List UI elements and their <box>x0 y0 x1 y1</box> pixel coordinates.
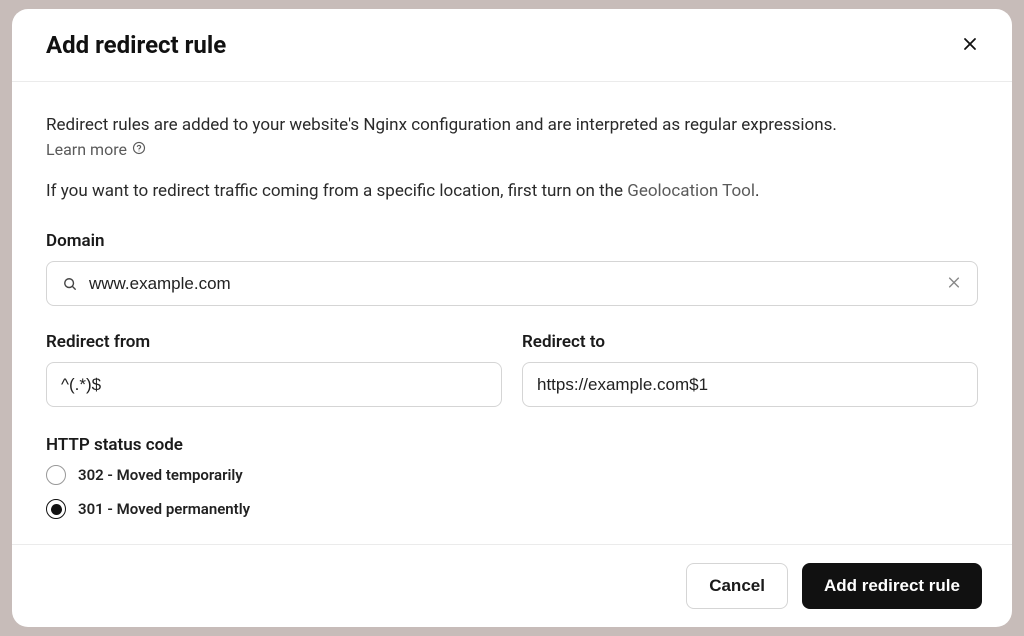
redirect-to-col: Redirect to <box>522 332 978 407</box>
learn-more-label: Learn more <box>46 140 127 159</box>
modal-header: Add redirect rule <box>12 9 1012 82</box>
clear-icon <box>947 275 961 292</box>
modal-footer: Cancel Add redirect rule <box>12 544 1012 627</box>
search-icon <box>63 277 77 291</box>
close-button[interactable] <box>958 32 982 59</box>
close-icon <box>962 36 978 55</box>
description-text: Redirect rules are added to your website… <box>46 112 978 138</box>
redirect-from-col: Redirect from <box>46 332 502 407</box>
radio-icon <box>46 465 66 485</box>
learn-more-link[interactable]: Learn more <box>46 140 146 159</box>
status-option-302[interactable]: 302 - Moved temporarily <box>46 465 978 485</box>
redirect-from-label: Redirect from <box>46 332 502 352</box>
radio-icon-selected <box>46 499 66 519</box>
geo-suffix: . <box>755 181 759 201</box>
status-code-label: HTTP status code <box>46 435 978 455</box>
status-option-301[interactable]: 301 - Moved permanently <box>46 499 978 519</box>
cancel-button[interactable]: Cancel <box>686 563 788 609</box>
redirect-row: Redirect from Redirect to <box>46 332 978 407</box>
radio-dot <box>51 504 62 515</box>
status-code-radio-group: 302 - Moved temporarily 301 - Moved perm… <box>46 465 978 519</box>
radio-label: 302 - Moved temporarily <box>78 466 243 484</box>
geolocation-tool-link[interactable]: Geolocation Tool <box>627 181 755 201</box>
geo-prefix: If you want to redirect traffic coming f… <box>46 181 627 201</box>
redirect-to-label: Redirect to <box>522 332 978 352</box>
add-redirect-rule-modal: Add redirect rule Redirect rules are add… <box>12 9 1012 627</box>
redirect-to-input[interactable] <box>522 362 978 407</box>
domain-label: Domain <box>46 231 978 251</box>
modal-title: Add redirect rule <box>46 31 226 59</box>
radio-label: 301 - Moved permanently <box>78 500 250 518</box>
modal-body: Redirect rules are added to your website… <box>12 82 1012 544</box>
domain-field-wrapper <box>46 261 978 306</box>
geolocation-hint: If you want to redirect traffic coming f… <box>46 181 978 201</box>
clear-domain-button[interactable] <box>943 271 965 296</box>
redirect-from-input[interactable] <box>46 362 502 407</box>
add-redirect-rule-button[interactable]: Add redirect rule <box>802 563 982 609</box>
help-icon <box>132 140 146 159</box>
domain-input[interactable] <box>89 262 937 305</box>
